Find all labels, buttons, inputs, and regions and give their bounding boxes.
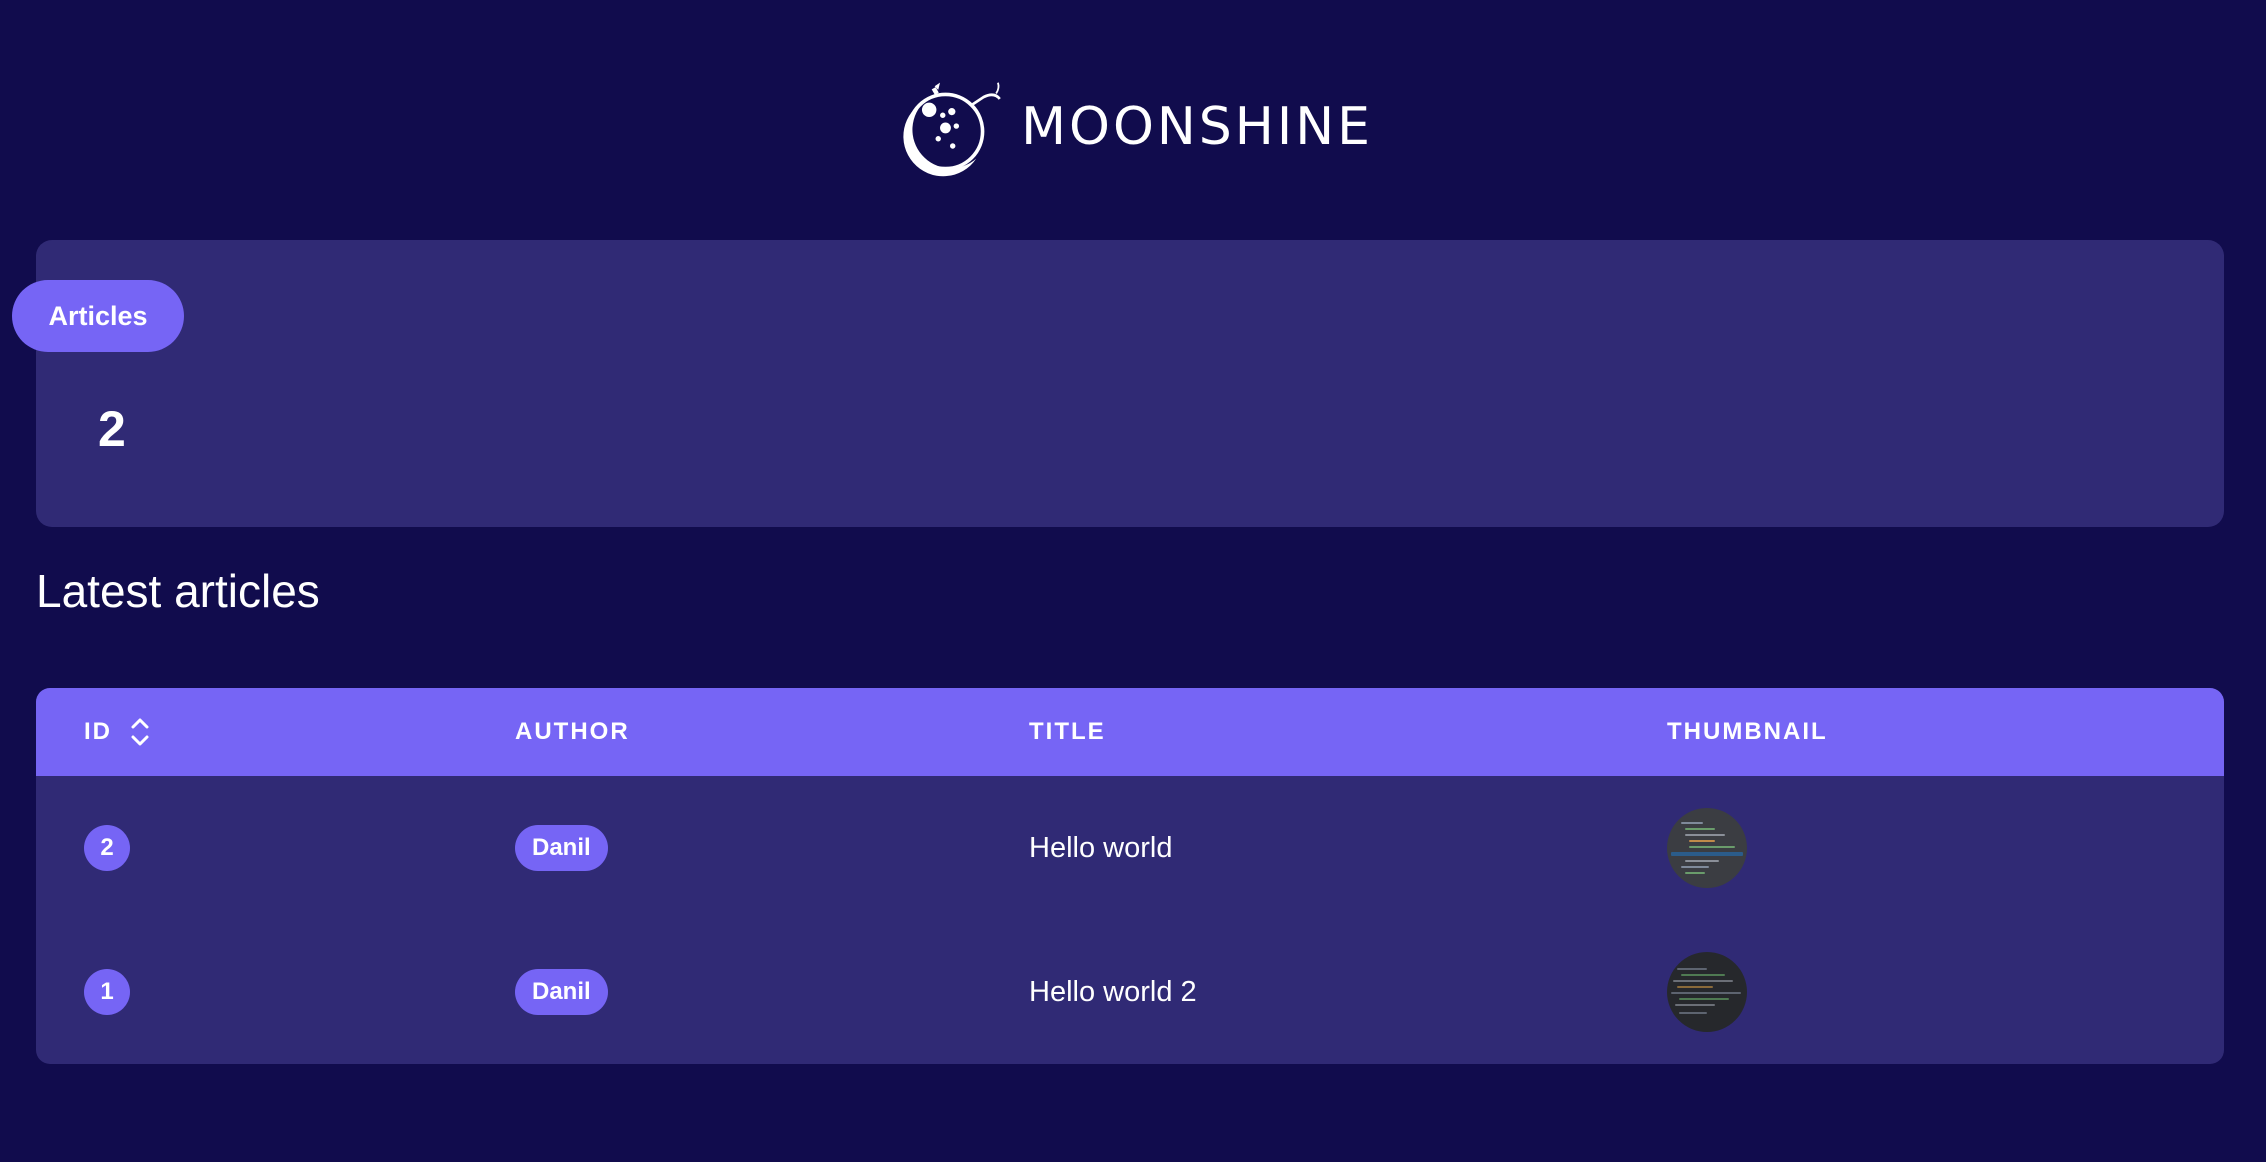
- metric-value: 2: [98, 401, 126, 457]
- cell-author: Danil: [515, 776, 608, 920]
- cell-thumbnail: [1667, 776, 1747, 920]
- cell-thumbnail: [1667, 920, 1747, 1064]
- column-header-author: AUTHOR: [515, 718, 630, 745]
- cell-title: Hello world: [1029, 776, 1172, 920]
- article-title: Hello world: [1029, 831, 1173, 864]
- cell-author: Danil: [515, 920, 608, 1064]
- table-row[interactable]: 1 Danil Hello world 2: [36, 920, 2224, 1064]
- moon-flask-logo-icon: [903, 82, 1001, 177]
- id-badge: 2: [84, 825, 130, 871]
- column-header-title: TITLE: [1029, 718, 1106, 745]
- cell-id: 1: [84, 920, 130, 1064]
- article-thumbnail[interactable]: [1667, 952, 1747, 1032]
- author-badge[interactable]: Danil: [515, 969, 608, 1015]
- sort-icon[interactable]: [130, 717, 150, 747]
- column-header-thumbnail: THUMBNAIL: [1667, 718, 1828, 745]
- articles-metric-card: [36, 240, 2224, 527]
- metric-label-badge: Articles: [12, 280, 184, 352]
- author-badge[interactable]: Danil: [515, 825, 608, 871]
- brand-name: MOONSHINE: [1021, 97, 1373, 157]
- id-badge: 1: [84, 969, 130, 1015]
- article-thumbnail[interactable]: [1667, 808, 1747, 888]
- articles-table: ID AUTHOR TITLE THUMBNAIL 2 Danil Hello …: [36, 688, 2224, 1064]
- section-title: Latest articles: [36, 565, 320, 617]
- table-header: ID AUTHOR TITLE THUMBNAIL: [36, 688, 2224, 776]
- article-title: Hello world 2: [1029, 975, 1197, 1008]
- brand-logo[interactable]: MOONSHINE: [893, 74, 1373, 180]
- dashboard-page: MOONSHINE Articles 2 Latest articles ID …: [0, 0, 2266, 1162]
- table-row[interactable]: 2 Danil Hello world: [36, 776, 2224, 920]
- column-header-id[interactable]: ID: [84, 688, 150, 776]
- cell-id: 2: [84, 776, 130, 920]
- cell-title: Hello world 2: [1029, 920, 1197, 1064]
- column-header-id-label: ID: [84, 718, 112, 745]
